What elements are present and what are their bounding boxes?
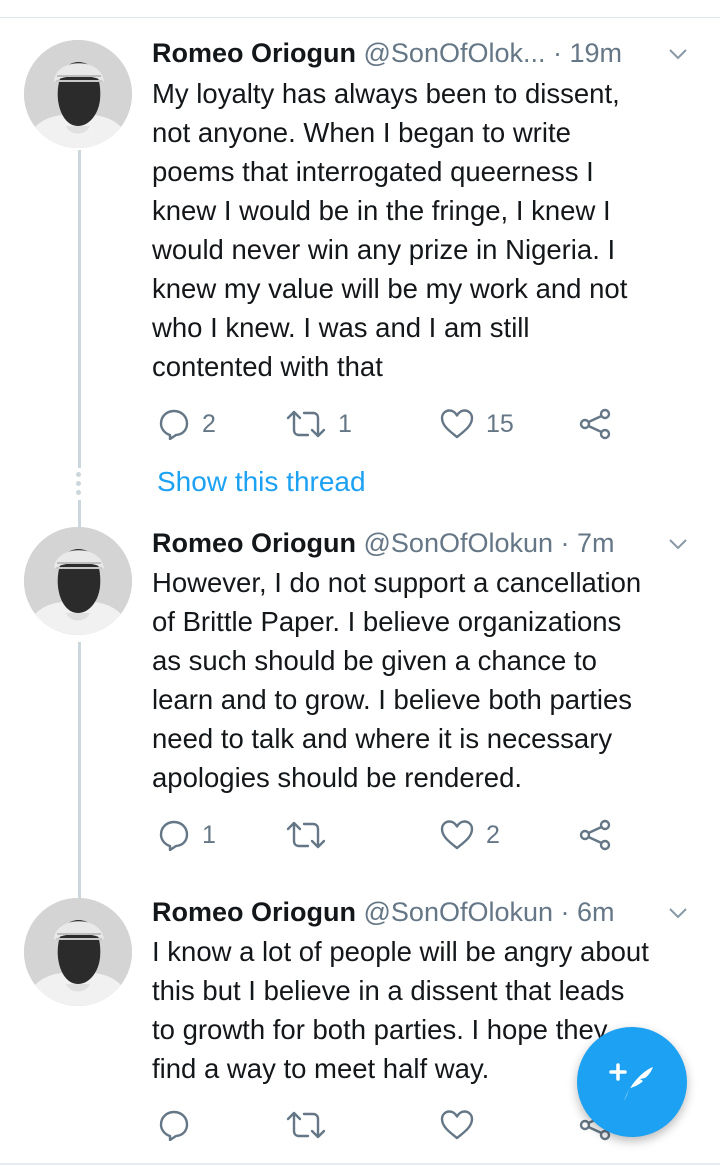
tweet-timestamp[interactable]: · 6m [561,897,615,927]
tweet-text-line: need to talk and where it is necessary [152,723,613,754]
tweet-header: Romeo Oriogun @SonOfOlok... · 19m [152,36,698,70]
avatar-image [24,898,132,1006]
like-icon [440,820,474,850]
like-count: 2 [486,820,500,849]
compose-tweet-icon [609,1063,653,1101]
tweet-text-line: poems that interrogated queerness I [152,156,594,187]
author-handle[interactable]: @SonOfOlokun [364,528,554,558]
retweet-icon [286,410,326,438]
retweet-button[interactable] [286,817,338,853]
avatar-image [24,527,132,635]
tweet-header: Romeo Oriogun @SonOfOlokun · 6m [152,895,698,929]
retweet-button[interactable] [286,1107,338,1143]
reply-icon [159,820,189,851]
tweet-timestamp[interactable]: · 19m [553,38,622,68]
show-thread-link[interactable]: Show this thread [157,466,366,498]
avatar-image [24,40,132,148]
tweet-text-line: would never win any prize in Nigeria. I [152,234,616,265]
tweet-text: However, I do not support a cancellation… [152,563,700,797]
tweet-text-line: learn and to grow. I believe both partie… [152,684,633,715]
tweet-header: Romeo Oriogun @SonOfOlokun · 7m [152,526,698,560]
tweet-text-line: contented with that [152,351,383,382]
share-button[interactable] [578,406,612,442]
thread-line [78,642,81,898]
chevron-down-icon[interactable] [666,42,690,66]
like-count: 15 [486,409,514,438]
retweet-button[interactable]: 1 [286,406,352,442]
tweet-text-line: who I knew. I was and I am still [152,312,530,343]
bottom-divider [0,1163,720,1165]
author-name[interactable]: Romeo Oriogun [152,38,356,68]
tweet-text-line: knew my value will be my work and not [152,273,628,304]
tweet-text-line: I know a lot of people will be angry abo… [152,936,649,967]
reply-icon [159,409,189,440]
timeline: Romeo Oriogun @SonOfOlok... · 19m My loy… [0,0,720,1167]
author-name[interactable]: Romeo Oriogun [152,528,356,558]
retweet-icon [286,1111,326,1139]
reply-button[interactable]: 2 [158,406,216,442]
author-handle[interactable]: @SonOfOlok... [364,38,546,68]
thread-line [78,150,81,468]
tweet-text: My loyalty has always been to dissent, n… [152,74,700,386]
compose-tweet-button[interactable] [577,1027,687,1137]
reply-count: 1 [202,820,216,849]
tweet-text-line: apologies should be rendered. [152,762,523,793]
tweet-text-line: this but I believe in a dissent that lea… [152,975,625,1006]
avatar[interactable] [24,527,132,635]
author-name[interactable]: Romeo Oriogun [152,897,356,927]
like-button[interactable] [440,1107,486,1143]
avatar[interactable] [24,898,132,1006]
tweet-text-line: My loyalty has always been to dissent, [152,78,620,109]
avatar[interactable] [24,40,132,148]
thread-gap-dots [76,472,82,499]
tweet-text-line: However, I do not support a cancellation [152,567,642,598]
chevron-down-icon[interactable] [666,532,690,556]
like-button[interactable]: 15 [440,406,514,442]
share-button[interactable] [578,817,612,853]
reply-button[interactable] [158,1107,202,1143]
chevron-down-icon[interactable] [666,901,690,925]
reply-icon [159,1110,189,1141]
top-divider [0,17,720,18]
share-icon [579,408,611,440]
tweet-timestamp[interactable]: · 7m [561,528,615,558]
retweet-icon [286,821,326,849]
tweet-text-line: of Brittle Paper. I believe organization… [152,606,622,637]
tweet-text-line: knew I would be in the fringe, I knew I [152,195,611,226]
tweet-text-line: as such should be given a chance to [152,645,597,676]
like-icon [440,1110,474,1140]
author-handle[interactable]: @SonOfOlokun [364,897,554,927]
like-button[interactable]: 2 [440,817,500,853]
retweet-count: 1 [338,409,352,438]
thread-line [78,500,81,528]
like-icon [440,409,474,439]
reply-count: 2 [202,409,216,438]
share-icon [579,819,611,851]
reply-button[interactable]: 1 [158,817,216,853]
tweet-text-line: not anyone. When I began to write [152,117,571,148]
